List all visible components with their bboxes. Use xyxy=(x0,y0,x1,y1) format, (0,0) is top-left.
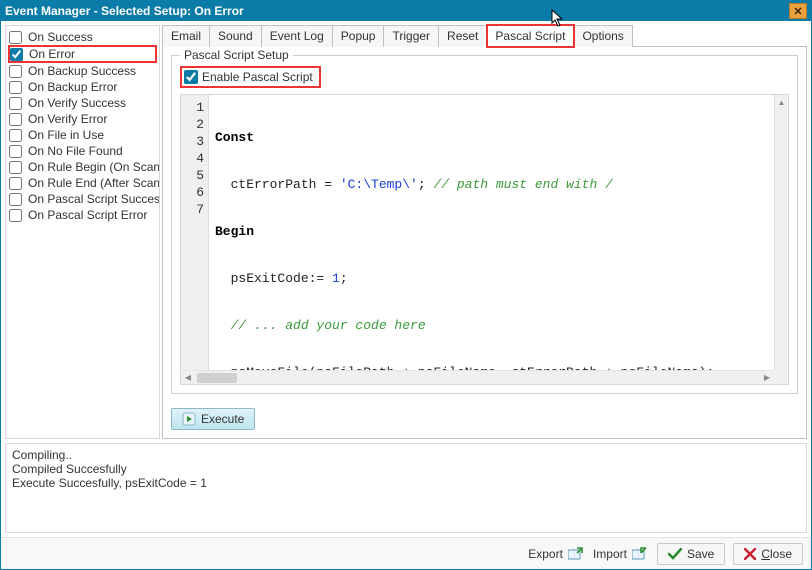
sidebar-checkbox[interactable] xyxy=(9,145,22,158)
event-list: On Success On Error On Backup Success On Ba… xyxy=(5,25,160,439)
sidebar-item-label: On Pascal Script Success xyxy=(28,192,160,206)
sidebar-checkbox[interactable] xyxy=(9,129,22,142)
sidebar-item-label: On Success xyxy=(28,30,93,44)
code-area[interactable]: Const ctErrorPath = 'C:\Temp\'; // path … xyxy=(209,95,774,370)
code-editor[interactable]: 1234567 Const ctErrorPath = 'C:\Temp\'; … xyxy=(180,94,789,385)
import-icon[interactable] xyxy=(631,545,649,563)
sidebar-item-on-verify-error[interactable]: On Verify Error xyxy=(8,111,157,127)
output-log: Compiling.. Compiled Succesfully Execute… xyxy=(5,443,807,533)
sidebar-item-on-file-in-use[interactable]: On File in Use xyxy=(8,127,157,143)
sidebar-checkbox[interactable] xyxy=(9,161,22,174)
sidebar-item-on-backup-error[interactable]: On Backup Error xyxy=(8,79,157,95)
tab-options[interactable]: Options xyxy=(574,25,632,47)
line-number: 6 xyxy=(181,184,204,201)
titlebar: Event Manager - Selected Setup: On Error… xyxy=(1,1,811,21)
tab-content: Pascal Script Setup Enable Pascal Script… xyxy=(162,46,807,439)
sidebar-checkbox[interactable] xyxy=(9,65,22,78)
sidebar-item-label: On Rule End (After Scan) xyxy=(28,176,160,190)
execute-label: Execute xyxy=(201,412,244,426)
line-number: 5 xyxy=(181,167,204,184)
vertical-scrollbar[interactable]: ▲ xyxy=(774,95,788,370)
sidebar-item-label: On Error xyxy=(29,47,75,61)
sidebar-item-on-verify-success[interactable]: On Verify Success xyxy=(8,95,157,111)
sidebar-item-on-success[interactable]: On Success xyxy=(8,29,157,45)
sidebar-item-on-rule-end-after-scan-[interactable]: On Rule End (After Scan) xyxy=(8,175,157,191)
sidebar-item-label: On File in Use xyxy=(28,128,104,142)
tab-reset[interactable]: Reset xyxy=(439,25,487,47)
scroll-thumb[interactable] xyxy=(197,373,237,383)
enable-pascal-script-checkbox[interactable]: Enable Pascal Script xyxy=(180,66,321,88)
tab-email[interactable]: Email xyxy=(162,25,210,47)
sidebar-item-label: On Rule Begin (On Scan) xyxy=(28,160,160,174)
close-label: Close xyxy=(761,547,792,561)
sidebar-checkbox[interactable] xyxy=(9,31,22,44)
window-title: Event Manager - Selected Setup: On Error xyxy=(5,4,244,18)
sidebar-item-on-backup-success[interactable]: On Backup Success xyxy=(8,63,157,79)
check-icon xyxy=(668,548,682,560)
sidebar-checkbox[interactable] xyxy=(9,81,22,94)
pascal-script-group: Pascal Script Setup Enable Pascal Script… xyxy=(171,55,798,394)
import-button[interactable]: Import xyxy=(593,547,627,561)
scroll-right-icon[interactable]: ▶ xyxy=(760,373,774,382)
x-icon xyxy=(744,548,756,560)
export-button[interactable]: Export xyxy=(528,547,563,561)
line-number: 7 xyxy=(181,201,204,218)
tab-sound[interactable]: Sound xyxy=(210,25,262,47)
horizontal-scrollbar[interactable]: ◀ ▶ xyxy=(181,370,774,384)
sidebar-checkbox[interactable] xyxy=(9,177,22,190)
enable-pascal-script-input[interactable] xyxy=(184,70,198,84)
sidebar-checkbox[interactable] xyxy=(10,48,23,61)
tab-bar: EmailSoundEvent LogPopupTriggerResetPasc… xyxy=(162,25,807,47)
sidebar-checkbox[interactable] xyxy=(9,209,22,222)
sidebar-checkbox[interactable] xyxy=(9,113,22,126)
save-button[interactable]: Save xyxy=(657,543,725,565)
line-number-gutter: 1234567 xyxy=(181,95,209,370)
sidebar-item-on-pascal-script-error[interactable]: On Pascal Script Error xyxy=(8,207,157,223)
sidebar-checkbox[interactable] xyxy=(9,193,22,206)
sidebar-item-label: On Backup Success xyxy=(28,64,136,78)
sidebar-item-label: On Verify Success xyxy=(28,96,126,110)
play-icon xyxy=(182,412,196,426)
groupbox-title: Pascal Script Setup xyxy=(180,48,293,62)
line-number: 1 xyxy=(181,99,204,116)
tab-trigger[interactable]: Trigger xyxy=(384,25,439,47)
sidebar-item-on-error[interactable]: On Error xyxy=(8,45,157,63)
sidebar-item-label: On No File Found xyxy=(28,144,123,158)
export-icon[interactable] xyxy=(567,545,585,563)
scroll-left-icon[interactable]: ◀ xyxy=(181,373,195,382)
sidebar-item-on-rule-begin-on-scan-[interactable]: On Rule Begin (On Scan) xyxy=(8,159,157,175)
tab-event-log[interactable]: Event Log xyxy=(262,25,333,47)
tab-pascal-script[interactable]: Pascal Script xyxy=(487,25,574,47)
save-label: Save xyxy=(687,547,714,561)
close-button[interactable]: Close xyxy=(733,543,803,565)
line-number: 3 xyxy=(181,133,204,150)
sidebar-item-label: On Backup Error xyxy=(28,80,117,94)
sidebar-item-on-pascal-script-success[interactable]: On Pascal Script Success xyxy=(8,191,157,207)
sidebar-item-label: On Verify Error xyxy=(28,112,107,126)
line-number: 4 xyxy=(181,150,204,167)
sidebar-item-label: On Pascal Script Error xyxy=(28,208,147,222)
enable-pascal-script-label: Enable Pascal Script xyxy=(202,70,313,84)
footer: Export Import Save Close xyxy=(1,537,811,569)
event-manager-window: Event Manager - Selected Setup: On Error… xyxy=(0,0,812,570)
tab-popup[interactable]: Popup xyxy=(333,25,385,47)
execute-button[interactable]: Execute xyxy=(171,408,255,430)
sidebar-item-on-no-file-found[interactable]: On No File Found xyxy=(8,143,157,159)
sidebar-checkbox[interactable] xyxy=(9,97,22,110)
scroll-up-icon[interactable]: ▲ xyxy=(775,95,788,109)
line-number: 2 xyxy=(181,116,204,133)
close-icon[interactable]: ✕ xyxy=(789,3,807,19)
